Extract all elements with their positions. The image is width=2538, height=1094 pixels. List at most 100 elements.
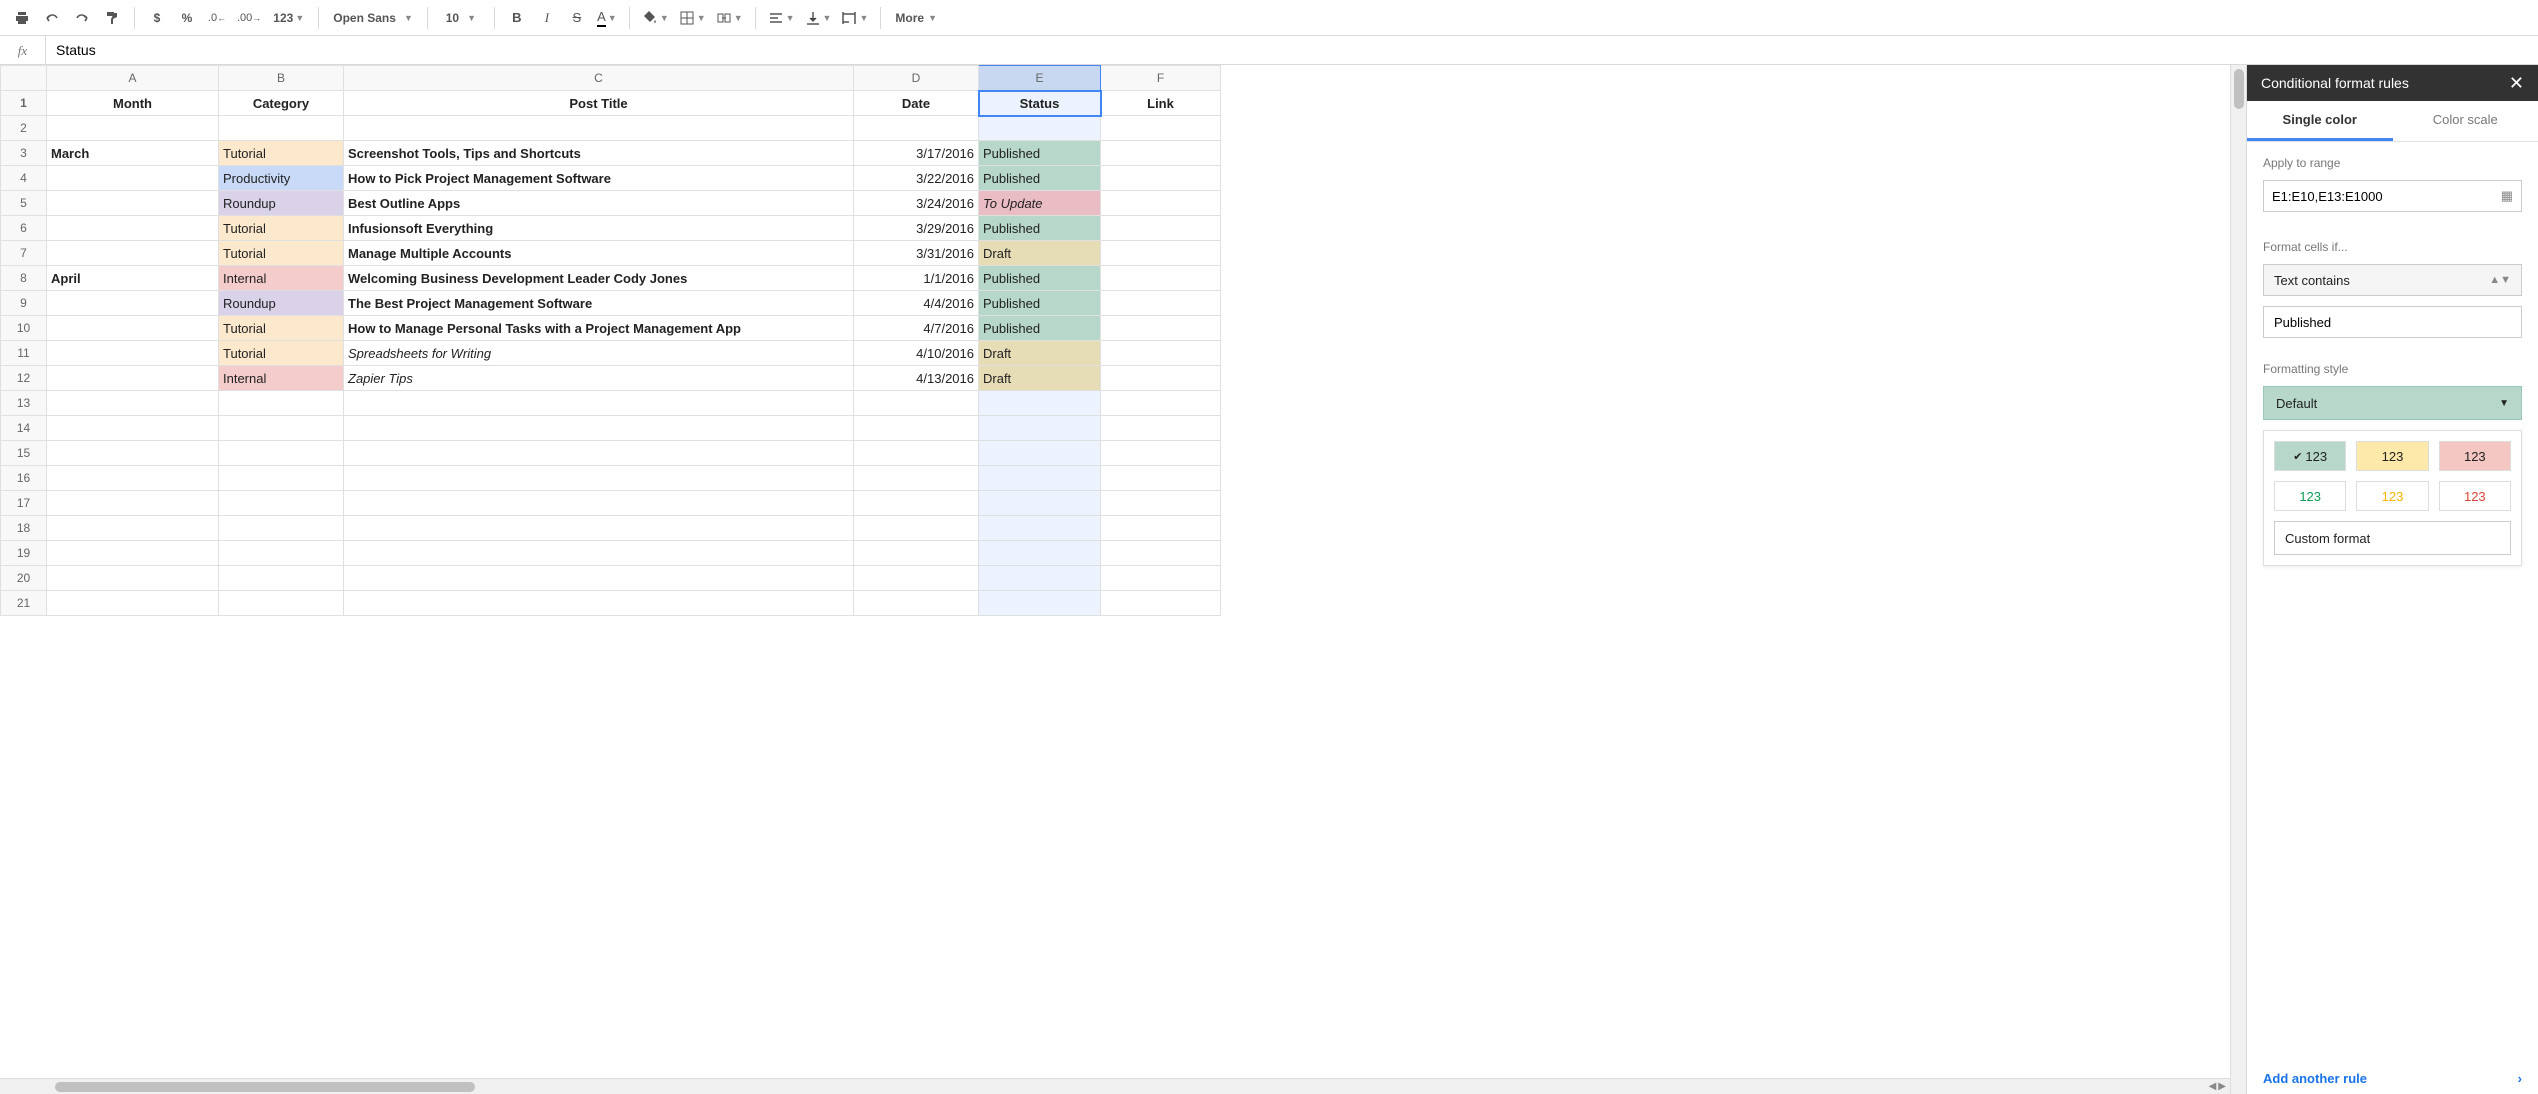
cell-C17[interactable] [344,491,854,516]
cell-A10[interactable] [47,316,219,341]
cell-F10[interactable] [1101,316,1221,341]
range-input[interactable]: ▦ [2263,180,2522,212]
row-header-17[interactable]: 17 [1,491,47,516]
cell-A5[interactable] [47,191,219,216]
cell-A18[interactable] [47,516,219,541]
row-header-2[interactable]: 2 [1,116,47,141]
cell-E12[interactable]: Draft [979,366,1101,391]
cell-D10[interactable]: 4/7/2016 [854,316,979,341]
cell-D11[interactable]: 4/10/2016 [854,341,979,366]
cell-D9[interactable]: 4/4/2016 [854,291,979,316]
formula-input[interactable] [46,36,2538,64]
cell-B20[interactable] [219,566,344,591]
cell-B16[interactable] [219,466,344,491]
more-button[interactable]: More▼ [889,4,943,32]
cell-D19[interactable] [854,541,979,566]
cell-F19[interactable] [1101,541,1221,566]
column-header-B[interactable]: B [219,66,344,91]
cell-B4[interactable]: Productivity [219,166,344,191]
cell-A4[interactable] [47,166,219,191]
cell-D3[interactable]: 3/17/2016 [854,141,979,166]
paint-format-icon[interactable] [98,4,126,32]
cell-F12[interactable] [1101,366,1221,391]
cell-E4[interactable]: Published [979,166,1101,191]
cell-C6[interactable]: Infusionsoft Everything [344,216,854,241]
cell-B10[interactable]: Tutorial [219,316,344,341]
bold-button[interactable]: B [503,4,531,32]
row-header-19[interactable]: 19 [1,541,47,566]
cell-D14[interactable] [854,416,979,441]
swatch-green-fill[interactable]: ✔123 [2274,441,2346,471]
row-header-13[interactable]: 13 [1,391,47,416]
cell-C7[interactable]: Manage Multiple Accounts [344,241,854,266]
cell-E20[interactable] [979,566,1101,591]
scrollbar-thumb[interactable] [2234,69,2244,109]
cell-C16[interactable] [344,466,854,491]
swatch-yellow-fill[interactable]: 123 [2356,441,2428,471]
cell-D1[interactable]: Date [854,91,979,116]
cell-D7[interactable]: 3/31/2016 [854,241,979,266]
cell-E16[interactable] [979,466,1101,491]
add-rule-button[interactable]: Add another rule › [2247,1063,2538,1094]
condition-text-input[interactable] [2263,306,2522,338]
tab-color-scale[interactable]: Color scale [2393,101,2538,141]
percent-button[interactable]: % [173,4,201,32]
condition-select[interactable]: Text contains ▲▼ [2263,264,2522,296]
cell-E1[interactable]: Status [979,91,1101,116]
cell-F1[interactable]: Link [1101,91,1221,116]
row-header-18[interactable]: 18 [1,516,47,541]
cell-D8[interactable]: 1/1/2016 [854,266,979,291]
cell-E2[interactable] [979,116,1101,141]
cell-B18[interactable] [219,516,344,541]
cell-C18[interactable] [344,516,854,541]
cell-C8[interactable]: Welcoming Business Development Leader Co… [344,266,854,291]
borders-button[interactable]: ▼ [675,4,710,32]
cell-C11[interactable]: Spreadsheets for Writing [344,341,854,366]
row-header-7[interactable]: 7 [1,241,47,266]
spreadsheet-grid[interactable]: ABCDEF1MonthCategoryPost TitleDateStatus… [0,65,1221,616]
cell-D16[interactable] [854,466,979,491]
cell-E5[interactable]: To Update [979,191,1101,216]
cell-A11[interactable] [47,341,219,366]
grid-icon[interactable]: ▦ [2501,188,2513,204]
cell-A15[interactable] [47,441,219,466]
currency-button[interactable]: $ [143,4,171,32]
print-icon[interactable] [8,4,36,32]
swatch-red-fill[interactable]: 123 [2439,441,2511,471]
custom-format-button[interactable]: Custom format [2274,521,2511,555]
row-header-5[interactable]: 5 [1,191,47,216]
text-wrap-button[interactable]: ▼ [837,4,872,32]
cell-E10[interactable]: Published [979,316,1101,341]
row-header-12[interactable]: 12 [1,366,47,391]
cell-F4[interactable] [1101,166,1221,191]
cell-D5[interactable]: 3/24/2016 [854,191,979,216]
cell-E17[interactable] [979,491,1101,516]
decrease-decimal-button[interactable]: .0← [203,4,231,32]
row-header-21[interactable]: 21 [1,591,47,616]
swatch-red-text[interactable]: 123 [2439,481,2511,511]
cell-B14[interactable] [219,416,344,441]
cell-E6[interactable]: Published [979,216,1101,241]
cell-B13[interactable] [219,391,344,416]
cell-F13[interactable] [1101,391,1221,416]
column-header-E[interactable]: E [979,66,1101,91]
cell-B1[interactable]: Category [219,91,344,116]
cell-F2[interactable] [1101,116,1221,141]
cell-B2[interactable] [219,116,344,141]
cell-B3[interactable]: Tutorial [219,141,344,166]
column-header-D[interactable]: D [854,66,979,91]
row-header-20[interactable]: 20 [1,566,47,591]
cell-F6[interactable] [1101,216,1221,241]
cell-F20[interactable] [1101,566,1221,591]
cell-E21[interactable] [979,591,1101,616]
cell-F21[interactable] [1101,591,1221,616]
cell-A8[interactable]: April [47,266,219,291]
select-all-corner[interactable] [1,66,47,91]
row-header-14[interactable]: 14 [1,416,47,441]
cell-F5[interactable] [1101,191,1221,216]
range-field[interactable] [2272,189,2501,204]
font-family-select[interactable]: Open Sans▼ [327,4,419,32]
cell-E3[interactable]: Published [979,141,1101,166]
cell-B11[interactable]: Tutorial [219,341,344,366]
vertical-align-button[interactable]: ▼ [801,4,836,32]
